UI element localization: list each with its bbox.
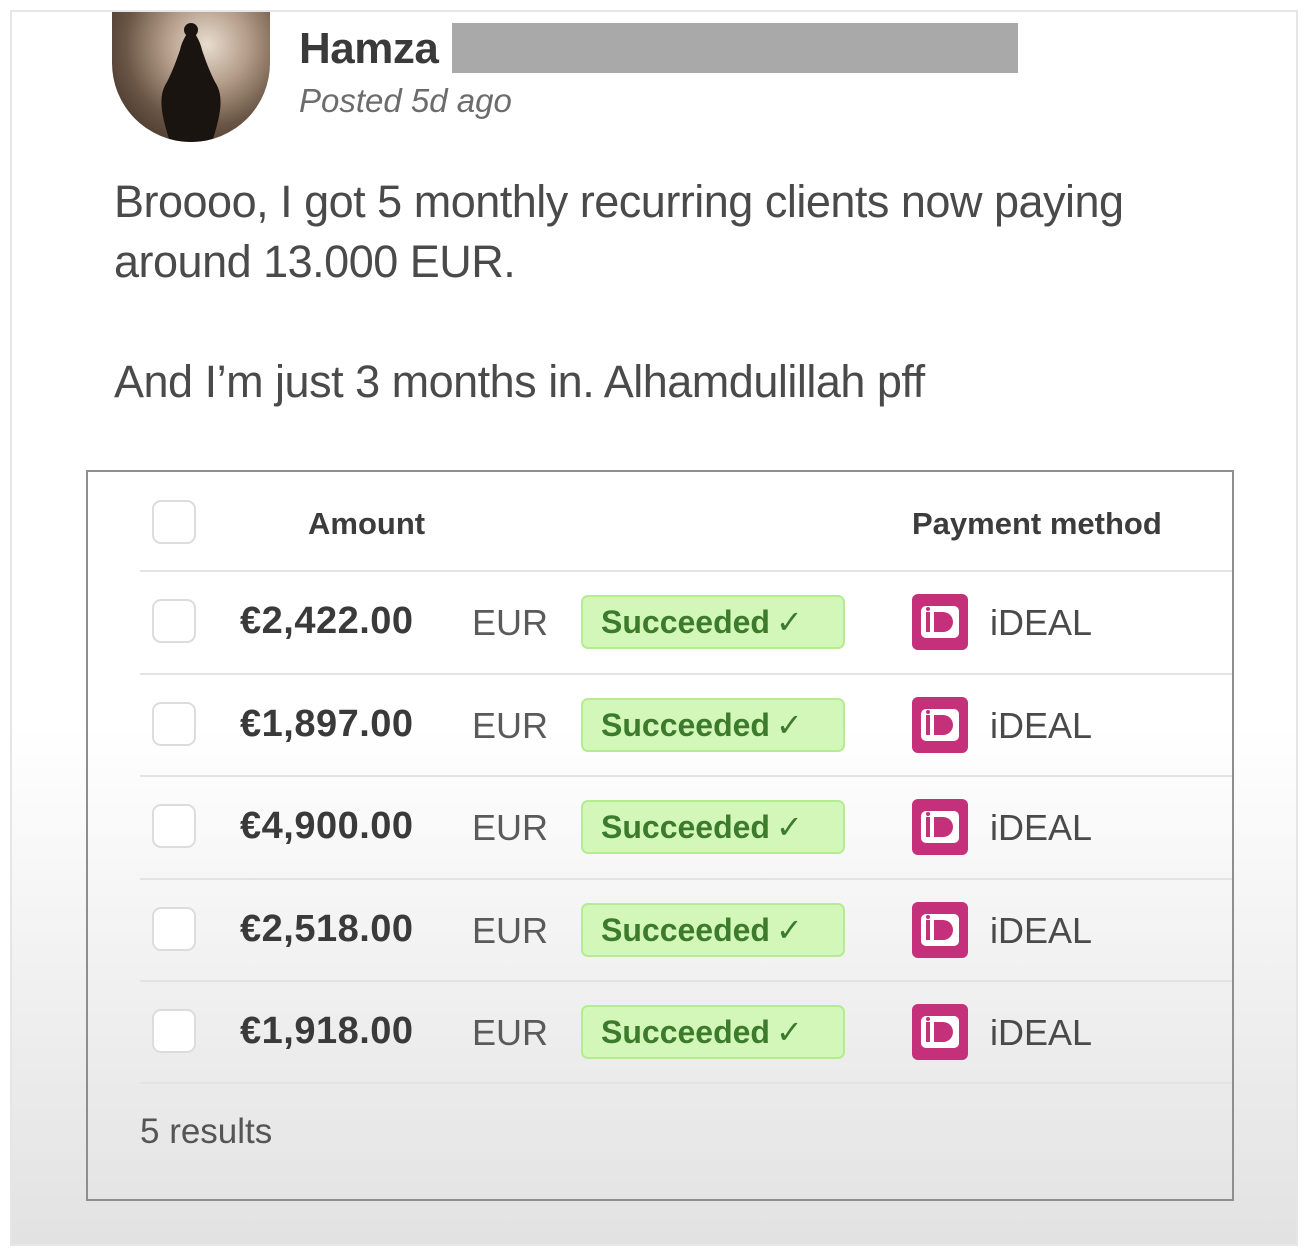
check-icon: ✓ (775, 707, 803, 743)
payment-amount: €1,918.00 (240, 1010, 414, 1052)
post-body: Broooo, I got 5 monthly recurring client… (114, 172, 1214, 472)
status-badge: Succeeded ✓ (581, 800, 845, 854)
ideal-logo-icon (912, 697, 968, 753)
check-icon: ✓ (775, 1014, 803, 1050)
check-icon: ✓ (775, 809, 803, 845)
status-label: Succeeded (601, 1014, 770, 1050)
payment-method: iDEAL (990, 910, 1093, 951)
payment-currency: EUR (472, 705, 549, 746)
payment-method: iDEAL (990, 602, 1093, 643)
table-row[interactable]: €1,897.00 EUR Succeeded ✓ iDEAL (88, 675, 1232, 777)
payment-method: iDEAL (990, 807, 1093, 848)
payment-method: iDEAL (990, 705, 1093, 746)
redacted-surname (452, 23, 1018, 73)
payments-table: Amount Payment method €2,422.00 EUR Succ… (86, 470, 1234, 1201)
status-badge: Succeeded ✓ (581, 595, 845, 649)
check-icon: ✓ (775, 912, 803, 948)
payment-currency: EUR (472, 602, 549, 643)
select-all-checkbox[interactable] (152, 500, 196, 544)
payment-amount: €4,900.00 (240, 805, 414, 847)
table-footer-divider (140, 1082, 1232, 1084)
post-paragraph: And I’m just 3 months in. Alhamdulillah … (114, 356, 925, 407)
payment-currency: EUR (472, 1012, 549, 1053)
ideal-logo-icon (912, 1004, 968, 1060)
avatar[interactable] (112, 12, 270, 142)
status-label: Succeeded (601, 604, 770, 640)
payment-amount: €2,518.00 (240, 908, 414, 950)
status-label: Succeeded (601, 707, 770, 743)
table-row[interactable]: €2,422.00 EUR Succeeded ✓ iDEAL (88, 572, 1232, 674)
row-checkbox[interactable] (152, 907, 196, 951)
post-paragraph: Broooo, I got 5 monthly recurring client… (114, 176, 1124, 287)
ideal-logo-icon (912, 902, 968, 958)
results-count: 5 results (140, 1112, 273, 1151)
status-badge: Succeeded ✓ (581, 698, 845, 752)
column-header-amount[interactable]: Amount (308, 506, 425, 542)
table-row[interactable]: €1,918.00 EUR Succeeded ✓ iDEAL (88, 982, 1232, 1084)
ideal-logo-icon (912, 799, 968, 855)
row-checkbox[interactable] (152, 1009, 196, 1053)
status-badge: Succeeded ✓ (581, 1005, 845, 1059)
table-row[interactable]: €2,518.00 EUR Succeeded ✓ iDEAL (88, 880, 1232, 982)
payment-amount: €1,897.00 (240, 703, 414, 745)
row-checkbox[interactable] (152, 702, 196, 746)
row-checkbox[interactable] (152, 599, 196, 643)
status-label: Succeeded (601, 809, 770, 845)
ideal-logo-icon (912, 594, 968, 650)
column-header-payment-method[interactable]: Payment method (912, 506, 1162, 542)
payment-currency: EUR (472, 910, 549, 951)
payment-currency: EUR (472, 807, 549, 848)
author-name[interactable]: Hamza (299, 24, 439, 74)
post-timestamp: Posted 5d ago (299, 82, 512, 119)
status-badge: Succeeded ✓ (581, 903, 845, 957)
row-checkbox[interactable] (152, 804, 196, 848)
status-label: Succeeded (601, 912, 770, 948)
payment-amount: €2,422.00 (240, 600, 414, 642)
check-icon: ✓ (775, 604, 803, 640)
table-row[interactable]: €4,900.00 EUR Succeeded ✓ iDEAL (88, 777, 1232, 879)
post-card: Hamza Posted 5d ago Broooo, I got 5 mont… (10, 10, 1298, 1246)
payment-method: iDEAL (990, 1012, 1093, 1053)
